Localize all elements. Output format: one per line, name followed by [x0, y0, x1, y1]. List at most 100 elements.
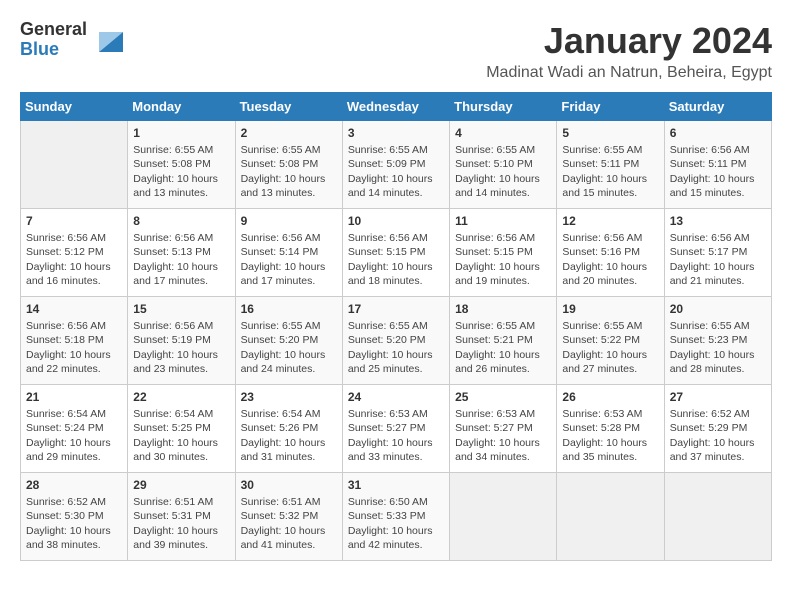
- header-thursday: Thursday: [450, 93, 557, 121]
- calendar-cell: 5 Sunrise: 6:55 AM Sunset: 5:11 PM Daylig…: [557, 121, 664, 209]
- calendar-cell: 25 Sunrise: 6:53 AM Sunset: 5:27 PM Dayli…: [450, 385, 557, 473]
- calendar-cell: [557, 473, 664, 561]
- calendar-cell: 22Sunrise: 6:54 AM Sunset: 5:25 PM Dayli…: [128, 385, 235, 473]
- page-header: General Blue January 2024 Madinat Wadi a…: [20, 20, 772, 82]
- calendar-week-row: 14 Sunrise: 6:56 AM Sunset: 5:18 PM Dayli…: [21, 297, 772, 385]
- logo-text: General Blue: [20, 20, 87, 60]
- logo-icon: [91, 24, 123, 56]
- day-info: Sunrise: 6:56 AM Sunset: 5:18 PM Dayligh…: [26, 319, 122, 376]
- header-tuesday: Tuesday: [235, 93, 342, 121]
- calendar-cell: 18 Sunrise: 6:55 AM Sunset: 5:21 PM Dayli…: [450, 297, 557, 385]
- calendar-cell: 31 Sunrise: 6:50 AM Sunset: 5:33 PM Dayli…: [342, 473, 449, 561]
- calendar-cell: 15 Sunrise: 6:56 AM Sunset: 5:19 PM Dayli…: [128, 297, 235, 385]
- calendar-cell: 8Sunrise: 6:56 AM Sunset: 5:13 PM Daylig…: [128, 209, 235, 297]
- day-info: Sunrise: 6:56 AM Sunset: 5:15 PM Dayligh…: [348, 231, 444, 288]
- day-number: 2: [241, 125, 337, 141]
- day-info: Sunrise: 6:55 AM Sunset: 5:21 PM Dayligh…: [455, 319, 551, 376]
- day-number: 28: [26, 477, 122, 493]
- day-number: 18: [455, 301, 551, 317]
- day-number: 22: [133, 389, 229, 405]
- day-info: Sunrise: 6:55 AM Sunset: 5:11 PM Dayligh…: [562, 143, 658, 200]
- day-number: 4: [455, 125, 551, 141]
- day-number: 5: [562, 125, 658, 141]
- day-info: Sunrise: 6:55 AM Sunset: 5:10 PM Dayligh…: [455, 143, 551, 200]
- day-info: Sunrise: 6:53 AM Sunset: 5:27 PM Dayligh…: [455, 407, 551, 464]
- calendar-table: SundayMondayTuesdayWednesdayThursdayFrid…: [20, 92, 772, 561]
- calendar-cell: 1Sunrise: 6:55 AM Sunset: 5:08 PM Daylig…: [128, 121, 235, 209]
- header-friday: Friday: [557, 93, 664, 121]
- day-number: 16: [241, 301, 337, 317]
- calendar-cell: 7 Sunrise: 6:56 AM Sunset: 5:12 PM Daylig…: [21, 209, 128, 297]
- day-number: 24: [348, 389, 444, 405]
- day-number: 29: [133, 477, 229, 493]
- day-info: Sunrise: 6:55 AM Sunset: 5:20 PM Dayligh…: [348, 319, 444, 376]
- day-info: Sunrise: 6:55 AM Sunset: 5:20 PM Dayligh…: [241, 319, 337, 376]
- day-info: Sunrise: 6:55 AM Sunset: 5:23 PM Dayligh…: [670, 319, 766, 376]
- logo-blue: Blue: [20, 40, 87, 60]
- calendar-cell: 9Sunrise: 6:56 AM Sunset: 5:14 PM Daylig…: [235, 209, 342, 297]
- day-info: Sunrise: 6:54 AM Sunset: 5:24 PM Dayligh…: [26, 407, 122, 464]
- day-info: Sunrise: 6:56 AM Sunset: 5:14 PM Dayligh…: [241, 231, 337, 288]
- header-monday: Monday: [128, 93, 235, 121]
- day-number: 17: [348, 301, 444, 317]
- calendar-cell: 13 Sunrise: 6:56 AM Sunset: 5:17 PM Dayli…: [664, 209, 771, 297]
- calendar-cell: 12Sunrise: 6:56 AM Sunset: 5:16 PM Dayli…: [557, 209, 664, 297]
- day-info: Sunrise: 6:55 AM Sunset: 5:09 PM Dayligh…: [348, 143, 444, 200]
- day-number: 11: [455, 213, 551, 229]
- calendar-cell: 28 Sunrise: 6:52 AM Sunset: 5:30 PM Dayli…: [21, 473, 128, 561]
- day-info: Sunrise: 6:51 AM Sunset: 5:32 PM Dayligh…: [241, 495, 337, 552]
- day-number: 27: [670, 389, 766, 405]
- calendar-cell: 20 Sunrise: 6:55 AM Sunset: 5:23 PM Dayli…: [664, 297, 771, 385]
- calendar-week-row: 1Sunrise: 6:55 AM Sunset: 5:08 PM Daylig…: [21, 121, 772, 209]
- calendar-cell: 19 Sunrise: 6:55 AM Sunset: 5:22 PM Dayli…: [557, 297, 664, 385]
- day-info: Sunrise: 6:55 AM Sunset: 5:22 PM Dayligh…: [562, 319, 658, 376]
- day-number: 13: [670, 213, 766, 229]
- calendar-cell: 16 Sunrise: 6:55 AM Sunset: 5:20 PM Dayli…: [235, 297, 342, 385]
- day-info: Sunrise: 6:52 AM Sunset: 5:29 PM Dayligh…: [670, 407, 766, 464]
- calendar-cell: 26Sunrise: 6:53 AM Sunset: 5:28 PM Dayli…: [557, 385, 664, 473]
- logo: General Blue: [20, 20, 123, 60]
- header-sunday: Sunday: [21, 93, 128, 121]
- day-info: Sunrise: 6:56 AM Sunset: 5:12 PM Dayligh…: [26, 231, 122, 288]
- calendar-cell: 11 Sunrise: 6:56 AM Sunset: 5:15 PM Dayli…: [450, 209, 557, 297]
- title-section: January 2024 Madinat Wadi an Natrun, Beh…: [486, 20, 772, 82]
- calendar-cell: 3Sunrise: 6:55 AM Sunset: 5:09 PM Daylig…: [342, 121, 449, 209]
- calendar-cell: 30 Sunrise: 6:51 AM Sunset: 5:32 PM Dayli…: [235, 473, 342, 561]
- calendar-cell: 29Sunrise: 6:51 AM Sunset: 5:31 PM Dayli…: [128, 473, 235, 561]
- day-info: Sunrise: 6:56 AM Sunset: 5:13 PM Dayligh…: [133, 231, 229, 288]
- month-title: January 2024: [486, 20, 772, 62]
- day-info: Sunrise: 6:53 AM Sunset: 5:27 PM Dayligh…: [348, 407, 444, 464]
- day-number: 15: [133, 301, 229, 317]
- calendar-cell: 23 Sunrise: 6:54 AM Sunset: 5:26 PM Dayli…: [235, 385, 342, 473]
- calendar-header-row: SundayMondayTuesdayWednesdayThursdayFrid…: [21, 93, 772, 121]
- calendar-cell: 4 Sunrise: 6:55 AM Sunset: 5:10 PM Daylig…: [450, 121, 557, 209]
- calendar-cell: 2 Sunrise: 6:55 AM Sunset: 5:08 PM Daylig…: [235, 121, 342, 209]
- header-saturday: Saturday: [664, 93, 771, 121]
- day-number: 31: [348, 477, 444, 493]
- day-info: Sunrise: 6:54 AM Sunset: 5:26 PM Dayligh…: [241, 407, 337, 464]
- day-number: 20: [670, 301, 766, 317]
- calendar-cell: 10Sunrise: 6:56 AM Sunset: 5:15 PM Dayli…: [342, 209, 449, 297]
- day-number: 30: [241, 477, 337, 493]
- day-info: Sunrise: 6:52 AM Sunset: 5:30 PM Dayligh…: [26, 495, 122, 552]
- calendar-cell: 27 Sunrise: 6:52 AM Sunset: 5:29 PM Dayli…: [664, 385, 771, 473]
- day-info: Sunrise: 6:56 AM Sunset: 5:17 PM Dayligh…: [670, 231, 766, 288]
- calendar-cell: [21, 121, 128, 209]
- day-number: 14: [26, 301, 122, 317]
- day-number: 19: [562, 301, 658, 317]
- day-number: 21: [26, 389, 122, 405]
- day-info: Sunrise: 6:56 AM Sunset: 5:19 PM Dayligh…: [133, 319, 229, 376]
- logo-general: General: [20, 20, 87, 40]
- day-info: Sunrise: 6:56 AM Sunset: 5:15 PM Dayligh…: [455, 231, 551, 288]
- day-number: 25: [455, 389, 551, 405]
- day-info: Sunrise: 6:50 AM Sunset: 5:33 PM Dayligh…: [348, 495, 444, 552]
- day-info: Sunrise: 6:55 AM Sunset: 5:08 PM Dayligh…: [241, 143, 337, 200]
- day-number: 23: [241, 389, 337, 405]
- day-number: 7: [26, 213, 122, 229]
- header-wednesday: Wednesday: [342, 93, 449, 121]
- location-title: Madinat Wadi an Natrun, Beheira, Egypt: [486, 64, 772, 82]
- calendar-cell: 14 Sunrise: 6:56 AM Sunset: 5:18 PM Dayli…: [21, 297, 128, 385]
- day-number: 26: [562, 389, 658, 405]
- day-number: 6: [670, 125, 766, 141]
- day-number: 12: [562, 213, 658, 229]
